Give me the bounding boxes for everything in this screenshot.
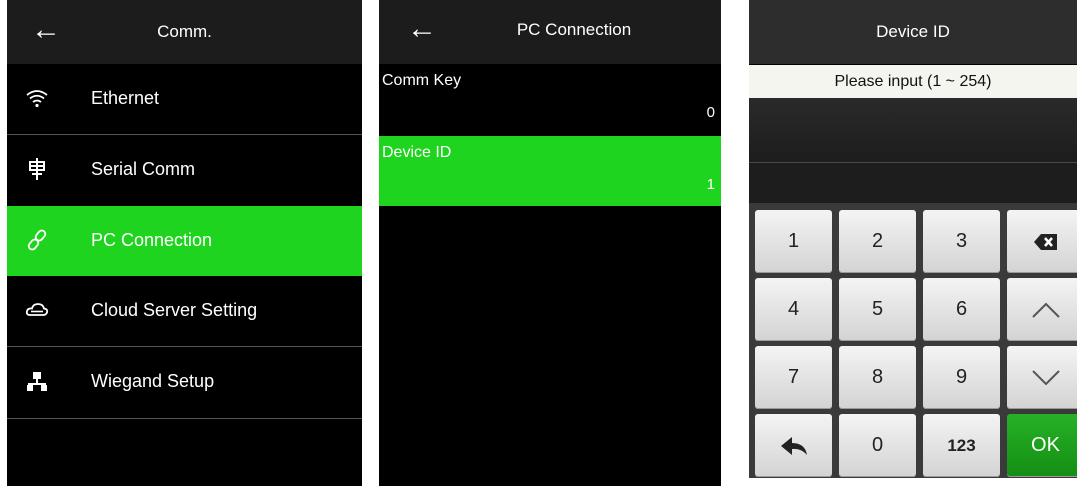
link-icon	[27, 229, 47, 251]
backspace-icon	[1033, 233, 1057, 250]
field-label: Device ID	[382, 144, 452, 161]
field-comm-key[interactable]: Comm Key 0	[379, 64, 721, 134]
down-key[interactable]	[1007, 346, 1077, 409]
back-arrow-icon[interactable]: ←	[407, 14, 437, 44]
menu-item-label: Cloud Server Setting	[91, 300, 258, 320]
mode-key[interactable]: 123	[923, 414, 1000, 477]
chevron-down-icon	[1031, 369, 1060, 385]
key-8[interactable]: 8	[839, 346, 916, 409]
menu-item-label: Ethernet	[91, 88, 160, 108]
key-5[interactable]: 5	[839, 278, 916, 341]
numeric-keypad: 1 2 3 4 5 6 7 8 9 0 123 OK	[749, 203, 1077, 478]
field-value: 0	[706, 104, 715, 121]
header-bar: ← Comm.	[7, 0, 362, 64]
key-7[interactable]: 7	[755, 346, 832, 409]
header-bar: Device ID	[749, 0, 1077, 64]
key-4[interactable]: 4	[755, 278, 832, 341]
menu-item-label: PC Connection	[91, 230, 213, 250]
input-field[interactable]	[749, 98, 1077, 163]
field-device-id[interactable]: Device ID 1	[379, 136, 721, 206]
back-key[interactable]	[755, 414, 832, 477]
cloud-icon	[25, 303, 49, 316]
input-spacer	[749, 163, 1077, 203]
serial-icon	[29, 158, 45, 180]
pc-connection-screen: ← PC Connection Comm Key 0 Device ID 1	[379, 0, 721, 486]
backspace-key[interactable]	[1007, 210, 1077, 273]
page-title: Device ID	[876, 22, 950, 41]
key-2[interactable]: 2	[839, 210, 916, 273]
menu-item-serial-comm[interactable]: Serial Comm	[7, 135, 362, 205]
ok-button[interactable]: OK	[1007, 414, 1077, 477]
field-label: Comm Key	[382, 72, 462, 89]
comm-screen: ← Comm. Ethernet Serial Comm PC Connecti…	[7, 0, 362, 486]
key-1[interactable]: 1	[755, 210, 832, 273]
menu-item-label: Serial Comm	[91, 159, 196, 179]
device-id-screen: Device ID Please input (1 ~ 254) 1 2 3 4…	[749, 0, 1077, 478]
menu-item-label: Wiegand Setup	[91, 371, 215, 391]
page-title: Comm.	[157, 22, 212, 41]
menu-item-pc-connection[interactable]: PC Connection	[7, 206, 362, 276]
field-value: 1	[706, 176, 715, 193]
key-3[interactable]: 3	[923, 210, 1000, 273]
key-9[interactable]: 9	[923, 346, 1000, 409]
key-0[interactable]: 0	[839, 414, 916, 477]
key-6[interactable]: 6	[923, 278, 1000, 341]
menu-item-ethernet[interactable]: Ethernet	[7, 64, 362, 134]
return-arrow-icon	[780, 436, 807, 455]
page-title: PC Connection	[516, 20, 632, 39]
menu-item-cloud-server-setting[interactable]: Cloud Server Setting	[7, 276, 362, 346]
divider	[7, 418, 362, 419]
input-prompt: Please input (1 ~ 254)	[749, 65, 1077, 98]
header-bar: ← PC Connection	[379, 0, 721, 64]
menu-item-wiegand-setup[interactable]: Wiegand Setup	[7, 347, 362, 417]
up-key[interactable]	[1007, 278, 1077, 341]
network-icon	[27, 372, 47, 391]
chevron-up-icon	[1031, 302, 1060, 318]
wifi-icon	[26, 90, 48, 108]
